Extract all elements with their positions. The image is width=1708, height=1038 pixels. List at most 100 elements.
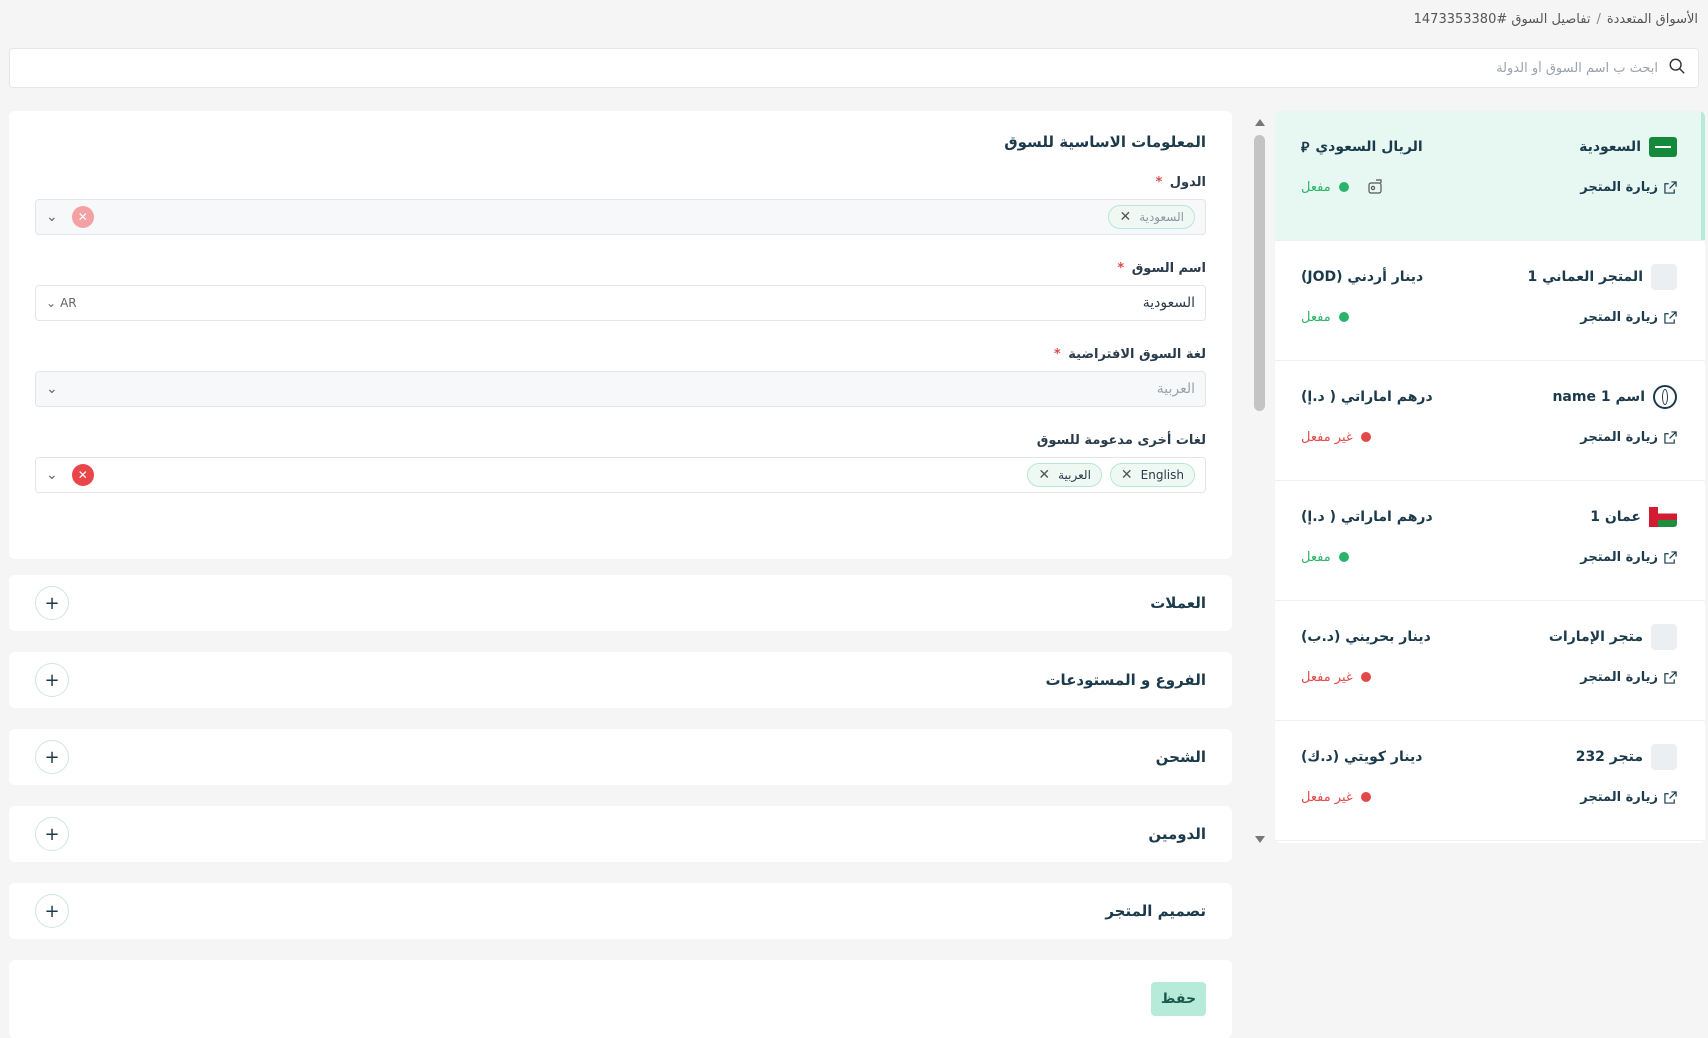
countries-select[interactable]: السعودية ✕ ✕ ⌄: [35, 199, 1206, 235]
save-bar: حفظ: [9, 960, 1232, 1038]
market-item-emirates-store[interactable]: متجر الإمارات دينار بحريني (د.ب) زيارة ا…: [1275, 601, 1705, 721]
search-bar: [9, 48, 1699, 88]
market-name: عمان 1: [1590, 509, 1641, 525]
market-name: المتجر العماني 1: [1527, 269, 1643, 285]
section-title: الدومين: [1148, 825, 1206, 843]
market-name-field: اسم السوق * السعودية ⌄ AR: [35, 261, 1206, 321]
expand-plus-icon[interactable]: +: [35, 586, 69, 620]
save-button[interactable]: حفظ: [1151, 982, 1206, 1016]
countries-label: الدول: [1169, 175, 1206, 190]
external-link-icon: [1664, 550, 1677, 564]
riyal-symbol-icon: ⃁: [1301, 140, 1310, 156]
scroll-down-arrow-icon[interactable]: [1255, 836, 1265, 843]
section-branches-warehouses[interactable]: الفروع و المستودعات +: [9, 652, 1232, 708]
market-item-oman-1[interactable]: عمان 1 درهم اماراتي ( د.إ) زيارة المتجر …: [1275, 481, 1705, 601]
placeholder-flag-icon: [1651, 624, 1677, 650]
status-badge: مفعل: [1301, 550, 1349, 565]
market-name: اسم 1 name: [1552, 389, 1645, 405]
expand-plus-icon[interactable]: +: [35, 740, 69, 774]
other-languages-select[interactable]: English ✕ العربية ✕ ✕ ⌄: [35, 457, 1206, 493]
search-input[interactable]: [22, 60, 1658, 76]
visit-store-link[interactable]: زيارة المتجر: [1580, 180, 1677, 195]
clear-icon[interactable]: ✕: [71, 464, 94, 486]
status-badge: غير مفعل: [1301, 670, 1371, 685]
oman-flag-icon: [1649, 507, 1677, 527]
market-item-saudi[interactable]: السعودية الريال السعودي ⃁ زيارة المتجر م…: [1275, 111, 1705, 241]
remove-tag-icon[interactable]: ✕: [1121, 467, 1133, 483]
status-badge: مفعل: [1301, 310, 1349, 325]
market-item-store-232[interactable]: متجر 232 دينار كويتي (د.ك) زيارة المتجر …: [1275, 721, 1705, 841]
market-currency: درهم اماراتي ( د.إ): [1301, 509, 1433, 525]
markets-scrollbar[interactable]: [1252, 111, 1268, 843]
remove-tag-icon[interactable]: ✕: [1119, 209, 1131, 225]
section-domain[interactable]: الدومين +: [9, 806, 1232, 862]
visit-store-label: زيارة المتجر: [1580, 429, 1658, 445]
store-settings-icon[interactable]: [1367, 179, 1383, 195]
status-label: غير مفعل: [1301, 789, 1353, 805]
status-label: مفعل: [1301, 179, 1331, 195]
visit-store-link[interactable]: زيارة المتجر: [1580, 790, 1677, 805]
status-label: مفعل: [1301, 549, 1331, 565]
default-language-select[interactable]: العربية ⌄: [35, 371, 1206, 407]
required-mark: *: [1053, 347, 1061, 362]
countries-field: الدول * السعودية ✕ ✕ ⌄: [35, 175, 1206, 235]
country-tag: السعودية ✕: [1108, 205, 1195, 229]
market-item-omani-store[interactable]: المتجر العماني 1 دينار أردني (JOD) زيارة…: [1275, 241, 1705, 361]
scroll-up-arrow-icon[interactable]: [1255, 119, 1265, 126]
clear-icon[interactable]: ✕: [71, 206, 94, 228]
market-currency: دينار بحريني (د.ب): [1301, 629, 1431, 645]
placeholder-flag-icon: [1651, 264, 1677, 290]
section-store-design[interactable]: تصميم المتجر +: [9, 883, 1232, 939]
required-mark: *: [1117, 261, 1125, 276]
language-tag-label: English: [1140, 468, 1184, 482]
status-label: غير مفعل: [1301, 429, 1353, 445]
language-code: AR: [60, 296, 77, 310]
market-name-input[interactable]: السعودية ⌄ AR: [35, 285, 1206, 321]
status-badge: غير مفعل: [1301, 790, 1371, 805]
markets-list: السعودية الريال السعودي ⃁ زيارة المتجر م…: [1275, 111, 1705, 843]
language-switcher[interactable]: ⌄ AR: [46, 296, 77, 310]
section-title: الشحن: [1155, 748, 1206, 766]
market-currency: درهم اماراتي ( د.إ): [1301, 389, 1433, 405]
basic-info-card: المعلومات الاساسية للسوق الدول * السعودي…: [9, 111, 1232, 559]
chevron-down-icon[interactable]: ⌄: [46, 209, 58, 225]
section-shipping[interactable]: الشحن +: [9, 729, 1232, 785]
visit-store-label: زيارة المتجر: [1580, 309, 1658, 325]
external-link-icon: [1664, 790, 1677, 804]
status-badge: مفعل: [1301, 179, 1383, 195]
chevron-down-icon[interactable]: ⌄: [46, 467, 58, 483]
market-name: السعودية: [1579, 139, 1641, 155]
country-tag-label: السعودية: [1139, 210, 1184, 224]
language-tag: English ✕: [1109, 463, 1195, 487]
visit-store-link[interactable]: زيارة المتجر: [1580, 430, 1677, 445]
expand-plus-icon[interactable]: +: [35, 894, 69, 928]
section-currencies[interactable]: العملات +: [9, 575, 1232, 631]
breadcrumb-parent[interactable]: الأسواق المتعددة: [1607, 12, 1698, 27]
default-language-label: لغة السوق الافتراضية: [1068, 347, 1206, 362]
placeholder-flag-icon: [1651, 744, 1677, 770]
default-language-field: لغة السوق الافتراضية * العربية ⌄: [35, 347, 1206, 407]
external-link-icon: [1664, 310, 1677, 324]
breadcrumb-separator: /: [1596, 12, 1601, 27]
visit-store-link[interactable]: زيارة المتجر: [1580, 550, 1677, 565]
basic-info-title: المعلومات الاساسية للسوق: [1004, 133, 1206, 151]
section-title: العملات: [1150, 594, 1206, 612]
breadcrumb-current: تفاصيل السوق #1473353380: [1413, 12, 1591, 27]
market-currency: دينار كويتي (د.ك): [1301, 749, 1423, 765]
visit-store-link[interactable]: زيارة المتجر: [1580, 670, 1677, 685]
market-item-name-1[interactable]: اسم 1 name درهم اماراتي ( د.إ) زيارة الم…: [1275, 361, 1705, 481]
scrollbar-thumb[interactable]: [1254, 135, 1265, 411]
market-currency: الريال السعودي: [1315, 139, 1423, 155]
visit-store-label: زيارة المتجر: [1580, 789, 1658, 805]
market-name: متجر 232: [1575, 749, 1643, 765]
external-link-icon: [1664, 670, 1677, 684]
expand-plus-icon[interactable]: +: [35, 817, 69, 851]
chevron-down-icon[interactable]: ⌄: [46, 381, 58, 397]
remove-tag-icon[interactable]: ✕: [1038, 467, 1050, 483]
expand-plus-icon[interactable]: +: [35, 663, 69, 697]
visit-store-link[interactable]: زيارة المتجر: [1580, 310, 1677, 325]
other-languages-label: لغات أخرى مدعومة للسوق: [1036, 433, 1206, 448]
market-name-value: السعودية: [1142, 295, 1195, 311]
language-tag: العربية ✕: [1027, 463, 1102, 487]
market-currency: دينار أردني (JOD): [1301, 269, 1424, 285]
